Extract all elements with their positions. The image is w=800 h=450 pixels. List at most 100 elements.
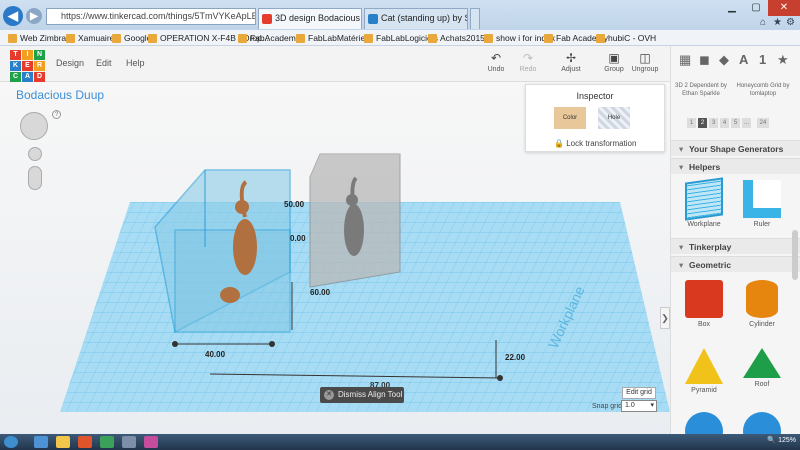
tool-label: Group <box>604 66 624 73</box>
cylinder-icon <box>746 280 778 318</box>
favorite-link[interactable]: Xamuaire <box>66 32 114 44</box>
section-geometric[interactable]: Geometric <box>671 256 800 273</box>
tab-tinkercad[interactable]: 3D design Bodacious Duup ... <box>258 8 362 29</box>
shapes-icon[interactable]: ◆ <box>719 52 729 68</box>
zoom-control-icon[interactable] <box>28 166 42 190</box>
chevron-down-icon: ▾ <box>650 402 654 409</box>
page-button[interactable]: 4 <box>720 118 729 128</box>
section-your-shape-generators[interactable]: Your Shape Generators <box>671 140 800 157</box>
panel-tabs: ▦ ◼ ◆ A 1 ★ <box>671 46 800 74</box>
design-title[interactable]: Bodacious Duup <box>16 88 104 102</box>
home-view-icon[interactable] <box>28 147 42 161</box>
tab-label: 3D design Bodacious Duup ... <box>275 13 361 23</box>
favorite-link[interactable]: Google <box>112 32 151 44</box>
adjust-icon: ✢ <box>565 51 577 65</box>
dimension-label[interactable]: 50.00 <box>284 200 304 209</box>
shape-label: Pyramid <box>691 387 717 394</box>
section-tinkerplay[interactable]: Tinkerplay <box>671 238 800 255</box>
close-button[interactable]: ✕ <box>768 0 800 16</box>
dimension-label[interactable]: 0.00 <box>290 234 306 243</box>
app-taskbar-icon[interactable] <box>122 436 136 448</box>
favorite-link[interactable]: hubiC - OVH <box>596 32 656 44</box>
settings-gear-icon[interactable]: ⚙ <box>786 17 795 28</box>
home-icon[interactable]: ⌂ <box>760 17 766 28</box>
minimize-button[interactable]: ▁ <box>720 0 744 16</box>
shapes-panel: ▦ ◼ ◆ A 1 ★ 3D 2 Dependent by Ethan Spar… <box>670 46 800 434</box>
shape-box[interactable]: Box <box>679 280 729 328</box>
hole-label: Hole <box>607 115 621 121</box>
page-button[interactable]: 3 <box>709 118 718 128</box>
snap-grid-label: Snap grid <box>592 403 622 410</box>
maximize-button[interactable]: ▢ <box>744 0 768 16</box>
forward-button[interactable]: ▶ <box>26 8 42 24</box>
roof-icon <box>743 348 781 378</box>
shape-workplane[interactable]: Workplane <box>679 177 729 228</box>
shape-ruler[interactable]: Ruler <box>737 180 787 228</box>
page-button[interactable]: 1 <box>687 118 696 128</box>
lock-transformation-toggle[interactable]: 🔒 Lock transformation <box>554 139 636 148</box>
tab-thingiverse[interactable]: Cat (standing up) by Scintilla ... <box>364 8 468 29</box>
workplane-icon <box>685 177 723 221</box>
logo-tile: C <box>10 72 21 82</box>
shape-cylinder[interactable]: Cylinder <box>737 280 787 328</box>
page-button[interactable]: 24 <box>757 118 769 128</box>
back-button[interactable]: ◀ <box>3 6 23 26</box>
generator-title: 3D 2 Dependent by Ethan Sparkle <box>675 83 727 97</box>
ie-taskbar-icon[interactable] <box>34 436 48 448</box>
adjust-button[interactable]: ✢ Adjust <box>556 50 586 73</box>
view-cube-icon[interactable] <box>20 112 48 140</box>
favorite-link[interactable]: Web Zimbra <box>8 32 66 44</box>
snap-grid-select[interactable]: 1.0 ▾ <box>621 400 657 412</box>
dimension-label[interactable]: 40.00 <box>205 350 225 359</box>
dimension-label[interactable]: 22.00 <box>505 353 525 362</box>
cube-icon[interactable]: ◼ <box>699 52 710 68</box>
favorite-link[interactable]: FabLabLogiciels <box>364 32 438 44</box>
shape-hemisphere[interactable] <box>737 412 787 434</box>
tinkercad-logo[interactable]: T I N K E R C A D <box>10 50 45 82</box>
page-button[interactable]: 5 <box>731 118 740 128</box>
app-taskbar-icon[interactable] <box>144 436 158 448</box>
favorite-link[interactable]: Achats2015 <box>428 32 485 44</box>
hole-swatch[interactable]: Hole <box>598 107 630 129</box>
favorites-icon[interactable]: ★ <box>777 52 789 68</box>
section-helpers[interactable]: Helpers <box>671 158 800 175</box>
dimension-label[interactable]: 60.00 <box>310 288 330 297</box>
generator-item[interactable]: Honeycomb Grid by tomlaptop <box>735 82 791 98</box>
help-icon[interactable]: ? <box>52 110 61 119</box>
ungroup-button[interactable]: ◫ Ungroup <box>630 50 660 73</box>
generator-item[interactable]: 3D 2 Dependent by Ethan Sparkle <box>673 82 729 98</box>
tool-label: Adjust <box>561 66 581 73</box>
menu-edit[interactable]: Edit <box>96 58 112 68</box>
dismiss-align-tool-button[interactable]: ✕ Dismiss Align Tool <box>320 387 404 403</box>
shape-roof[interactable]: Roof <box>737 348 787 388</box>
favorites-star-icon[interactable]: ★ <box>773 17 782 28</box>
numbers-icon[interactable]: 1 <box>759 52 766 67</box>
menu-help[interactable]: Help <box>126 58 145 68</box>
panel-scrollbar[interactable] <box>792 230 798 280</box>
menu-design[interactable]: Design <box>56 58 84 68</box>
color-swatch[interactable]: Color <box>554 107 586 129</box>
letters-icon[interactable]: A <box>739 52 748 67</box>
favorite-link[interactable]: FabAcademy <box>238 32 300 44</box>
system-tray[interactable]: 🔍 125% <box>767 436 796 444</box>
app-taskbar-icon[interactable] <box>100 436 114 448</box>
lock-icon: 🔒 <box>554 139 564 148</box>
favorite-link[interactable]: FabLabMatériel <box>296 32 367 44</box>
undo-button[interactable]: ↶ Undo <box>481 50 511 73</box>
page-button[interactable]: ... <box>742 118 751 128</box>
address-bar[interactable]: https://www.tinkercad.com/things/5TmVYKe… <box>46 8 256 25</box>
redo-button[interactable]: ↷ Redo <box>513 50 543 73</box>
start-button[interactable] <box>4 436 18 448</box>
page-button[interactable]: 2 <box>698 118 707 128</box>
collapse-panel-button[interactable]: ❯ <box>660 307 670 329</box>
shape-pyramid[interactable]: Pyramid <box>679 348 729 394</box>
group-button[interactable]: ▣ Group <box>599 50 629 73</box>
shape-sphere[interactable] <box>679 412 729 434</box>
explorer-taskbar-icon[interactable] <box>56 436 70 448</box>
design-canvas[interactable]: Bodacious Duup ? 50.00 0.00 60.00 40.00 … <box>0 82 670 434</box>
wireframe-cube-icon[interactable]: ▦ <box>679 52 691 68</box>
app-taskbar-icon[interactable] <box>78 436 92 448</box>
selected-box-left[interactable] <box>154 169 291 334</box>
edit-grid-button[interactable]: Edit grid <box>622 387 656 399</box>
new-tab-button[interactable] <box>470 8 480 29</box>
